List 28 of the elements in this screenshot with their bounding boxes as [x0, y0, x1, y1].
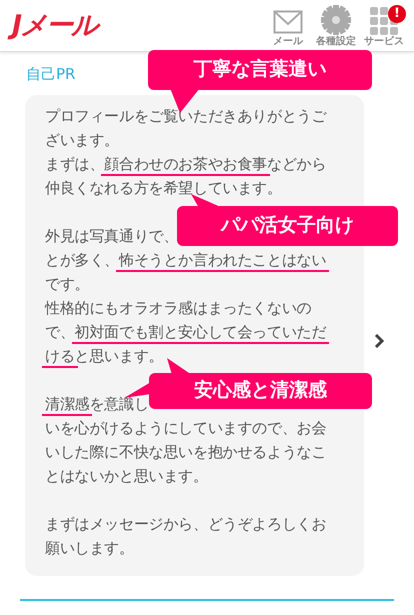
- alert-badge: !: [388, 4, 406, 22]
- text-line: 清潔感を意識し: [45, 392, 149, 416]
- text-line: とが多く、怖そうとか言われたことはない: [45, 248, 326, 272]
- text-line: いした際に不快な思いを抱かせるようなこ: [45, 442, 326, 463]
- text-line: まずは、顔合わせのお茶やお食事などから: [45, 152, 326, 176]
- chevron-right-icon[interactable]: [374, 334, 384, 348]
- gear-icon: [320, 4, 352, 34]
- text-line: ざいます。: [45, 130, 120, 151]
- text-line: 仲良くなれる方を希望しています。: [45, 178, 282, 199]
- logo[interactable]: Jメール: [10, 8, 104, 44]
- text-line: とはないかと思います。: [45, 466, 208, 487]
- text-line: 外見は写真通りで、: [45, 226, 178, 247]
- mail-icon: [273, 8, 303, 34]
- text-line: プロフィールをご覧いただきありがとうご: [45, 106, 326, 127]
- nav-label[interactable]: サービス: [364, 36, 404, 46]
- section-title: 自己PR: [26, 64, 76, 84]
- nav-label[interactable]: メール: [273, 36, 303, 46]
- text-line: 性格的にもオラオラ感はまったくないの: [45, 298, 312, 319]
- text-line: で、初対面でも割と安心して会っていただ: [45, 320, 326, 344]
- callout-label: 丁寧な言葉遣い: [192, 60, 328, 79]
- callout-label: 安心感と清潔感: [193, 381, 328, 400]
- text-line: です。: [45, 274, 90, 295]
- text-line: ける と思います。: [45, 344, 164, 368]
- callout-label: パパ活女子向け: [219, 216, 355, 235]
- text-line: 願いします。: [45, 538, 134, 559]
- text-line: まずはメッセージから、どうぞよろしくお: [45, 514, 326, 535]
- nav-label[interactable]: 各種設定: [316, 36, 356, 46]
- text-line: いを心がけるようにしていますので、お会: [45, 418, 326, 439]
